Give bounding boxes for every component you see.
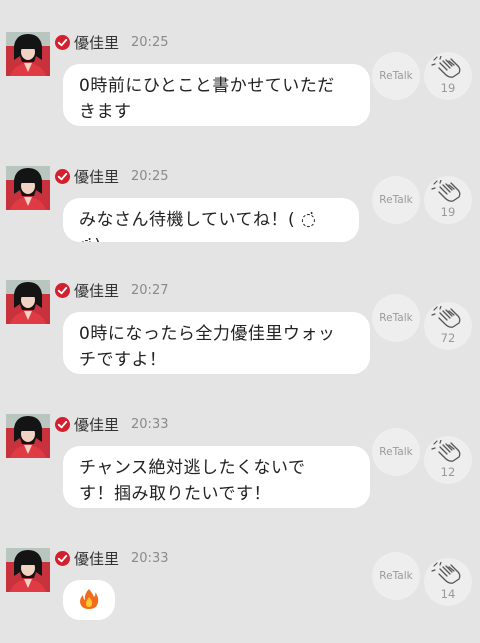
retalk-button[interactable]: ReTalk [372,176,420,224]
author-name[interactable]: 優佳里 [74,414,119,435]
retalk-button[interactable]: ReTalk [372,294,420,342]
message-line: 0時になったら全力優佳里ウォッ [79,324,336,344]
clap-count: 19 [440,81,456,95]
author-name[interactable]: 優佳里 [74,548,119,569]
avatar[interactable] [6,414,50,458]
author-name[interactable]: 優佳里 [74,166,119,187]
avatar-image [6,280,50,324]
post-header: 優佳里 20:25 [55,32,168,52]
author-name[interactable]: 優佳里 [74,280,119,301]
clapping-hands-icon [431,180,461,202]
avatar-image [6,166,50,210]
post-timestamp: 20:27 [131,282,169,298]
retalk-button[interactable]: ReTalk [372,52,420,100]
verified-check-icon [55,550,70,566]
retalk-label: ReTalk [379,70,413,82]
clap-button[interactable]: 19 [424,176,472,224]
post-header: 優佳里 20:33 [55,548,168,568]
clap-button[interactable]: 14 [424,558,472,606]
post-timestamp: 20:25 [131,168,169,184]
message-bubble: チャンス絶対逃したくないで す！掴み取りたいです！ [63,446,370,508]
clap-count: 72 [440,331,456,345]
clap-count: 14 [440,587,456,601]
message-line: チャンス絶対逃したくないで [79,458,306,478]
retalk-button[interactable]: ReTalk [372,552,420,600]
post-timestamp: 20:33 [131,416,169,432]
clap-count: 19 [440,205,456,219]
avatar[interactable] [6,32,50,76]
clapping-hands-icon [431,440,461,462]
post-timestamp: 20:33 [131,550,169,566]
verified-check-icon [55,416,70,432]
verified-check-icon [55,34,70,50]
clap-count: 12 [440,465,456,479]
retalk-label: ReTalk [379,570,413,582]
clapping-hands-icon [431,562,461,584]
message-line: きます [79,102,132,122]
clap-button[interactable]: 19 [424,52,472,100]
retalk-label: ReTalk [379,194,413,206]
clap-button[interactable]: 72 [424,302,472,350]
retalk-button[interactable]: ReTalk [372,428,420,476]
avatar[interactable] [6,166,50,210]
message-line: 0時前にひとこと書かせていただ [79,76,335,96]
message-bubble [63,580,115,620]
clapping-hands-icon [431,306,461,328]
avatar-image [6,32,50,76]
message-bubble: 0時になったら全力優佳里ウォッ チですよ！ [63,312,370,374]
message-line: チですよ！ [79,350,167,370]
avatar-image [6,548,50,592]
avatar-image [6,414,50,458]
message-line: みなさん待機していてね！( ◌̇ ◌̇) [79,210,317,242]
post-header: 優佳里 20:25 [55,166,168,186]
avatar[interactable] [6,548,50,592]
message-bubble: 0時前にひとこと書かせていただ きます [63,64,370,126]
message-bubble: みなさん待機していてね！( ◌̇ ◌̇) [63,198,359,242]
clap-button[interactable]: 12 [424,436,472,484]
retalk-label: ReTalk [379,446,413,458]
verified-check-icon [55,282,70,298]
retalk-label: ReTalk [379,312,413,324]
avatar[interactable] [6,280,50,324]
talk-feed: 優佳里 20:25 0時前にひとこと書かせていただ きます ReTalk 19 [0,0,480,643]
post-timestamp: 20:25 [131,34,169,50]
clapping-hands-icon [431,56,461,78]
post-header: 優佳里 20:33 [55,414,168,434]
author-name[interactable]: 優佳里 [74,32,119,53]
verified-check-icon [55,168,70,184]
post-header: 優佳里 20:27 [55,280,168,300]
fire-emoji [80,589,99,609]
message-line: す！掴み取りたいです！ [79,484,271,504]
